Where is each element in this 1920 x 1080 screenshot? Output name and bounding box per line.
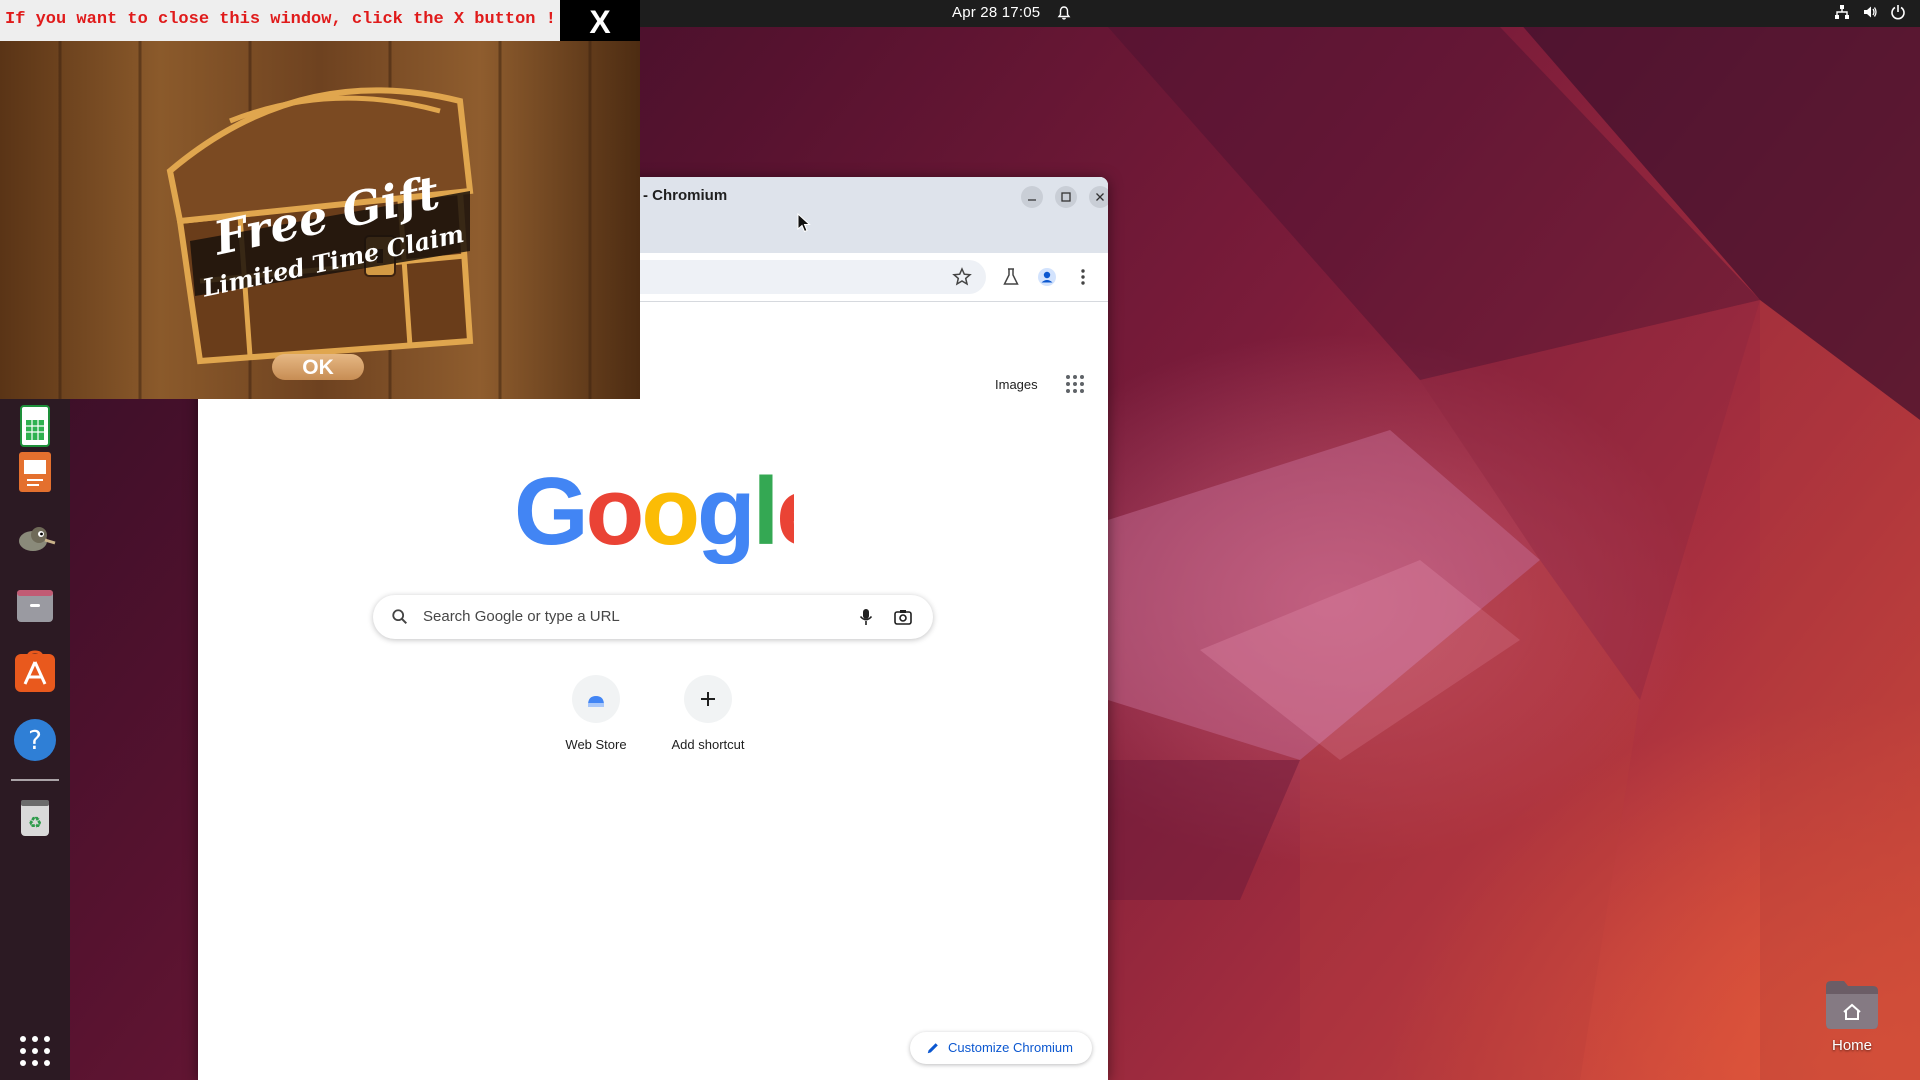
popup-header: If you want to close this window, click … xyxy=(0,0,560,41)
bookmark-star-icon[interactable] xyxy=(952,267,972,287)
treasure-chest-illustration[interactable]: Free Gift Limited Time Claim xyxy=(0,41,640,399)
gimp-icon[interactable] xyxy=(11,513,59,561)
pencil-icon xyxy=(927,1043,938,1054)
notification-bell-icon[interactable] xyxy=(1056,5,1072,21)
home-folder-desktop-icon[interactable]: Home xyxy=(1822,976,1882,1056)
software-store-icon[interactable] xyxy=(11,648,59,696)
dock-separator xyxy=(11,779,59,781)
spreadsheet-icon[interactable] xyxy=(11,402,59,450)
close-icon xyxy=(1096,193,1104,201)
profile-avatar-icon[interactable] xyxy=(1037,267,1057,287)
shortcut-tile xyxy=(684,675,732,723)
window-title: - Chromium xyxy=(643,187,728,204)
microphone-icon[interactable] xyxy=(856,607,876,627)
popup-ok-button[interactable]: OK xyxy=(272,354,364,380)
shortcut-label: Web Store xyxy=(565,737,627,752)
system-tray[interactable] xyxy=(1834,4,1906,20)
network-icon[interactable] xyxy=(1834,4,1850,20)
web-store-icon xyxy=(588,696,604,707)
minimize-icon xyxy=(1028,199,1036,201)
trash-icon[interactable]: ♻ xyxy=(11,792,59,840)
google-search-box[interactable]: Search Google or type a URL xyxy=(373,595,933,639)
labs-flask-icon[interactable] xyxy=(1001,267,1021,287)
power-icon[interactable] xyxy=(1890,4,1906,20)
shortcut-add[interactable]: Add shortcut xyxy=(652,675,764,765)
maximize-button[interactable] xyxy=(1055,186,1077,208)
mouse-cursor-icon xyxy=(797,213,811,233)
popup-message: If you want to close this window, click … xyxy=(5,10,556,29)
maximize-icon xyxy=(1061,192,1071,202)
shortcut-web-store[interactable]: Web Store xyxy=(540,675,652,765)
popup-ad-window: If you want to close this window, click … xyxy=(0,0,640,399)
shortcut-tile xyxy=(572,675,620,723)
customize-label: Customize Chromium xyxy=(948,1040,1073,1055)
svg-text:♻: ♻ xyxy=(28,813,42,832)
google-logo: Google xyxy=(514,464,794,564)
images-link[interactable]: Images xyxy=(995,377,1038,392)
help-icon[interactable]: ? xyxy=(11,716,59,764)
search-icon xyxy=(392,609,408,625)
google-apps-icon[interactable] xyxy=(1063,372,1087,396)
svg-text:Google: Google xyxy=(514,464,794,564)
svg-text:?: ? xyxy=(28,726,42,756)
plus-icon xyxy=(701,692,715,706)
home-folder-label: Home xyxy=(1831,1037,1872,1054)
app-grid-icon[interactable] xyxy=(11,1027,59,1075)
camera-search-icon[interactable] xyxy=(893,607,913,627)
volume-icon[interactable] xyxy=(1862,4,1878,20)
search-placeholder: Search Google or type a URL xyxy=(423,608,620,625)
home-folder-icon xyxy=(1826,981,1878,1029)
file-cabinet-icon[interactable] xyxy=(11,582,59,630)
popup-close-button[interactable]: X xyxy=(560,0,640,41)
more-menu-icon[interactable] xyxy=(1073,267,1093,287)
minimize-button[interactable] xyxy=(1021,186,1043,208)
clock[interactable]: Apr 28 17:05 xyxy=(952,4,1040,21)
shortcut-label: Add shortcut xyxy=(671,737,745,752)
customize-chromium-button[interactable]: Customize Chromium xyxy=(910,1032,1092,1064)
close-button[interactable] xyxy=(1089,186,1108,208)
presentation-icon[interactable] xyxy=(11,448,59,496)
